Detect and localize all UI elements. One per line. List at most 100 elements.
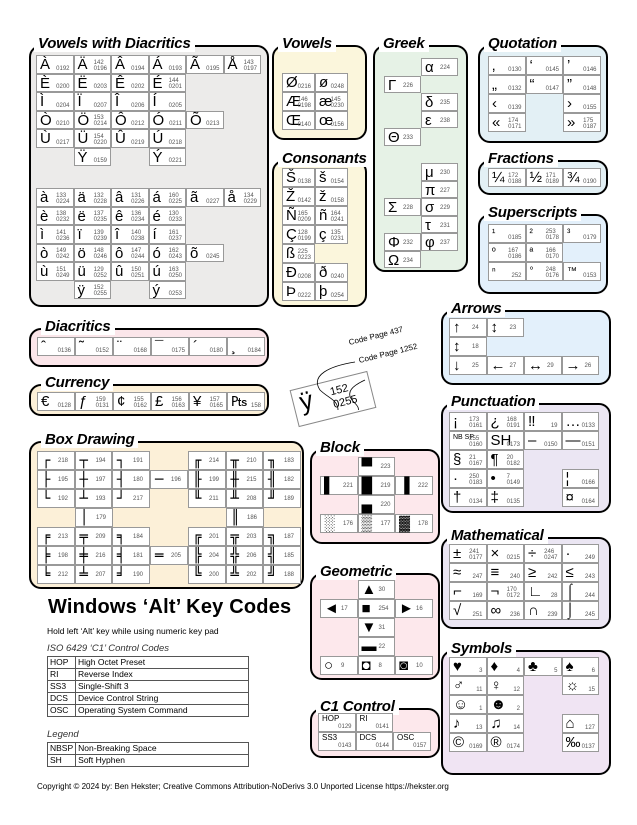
consonant-cell[interactable]: Š 0138 [282,168,315,187]
greek-cell[interactable]: μ 230 [421,163,458,181]
greek-cell[interactable]: τ 231 [421,215,458,234]
consonant-cell[interactable]: š 0154 [315,168,348,187]
greek-cell[interactable]: φ 237 [421,233,458,251]
box-drawing-cell[interactable]: ╛ 190 [112,565,150,584]
box-drawing-cell[interactable]: ╖ 183 [263,451,301,470]
geometric-cell[interactable]: ▼ 31 [357,618,395,637]
vowel-cell[interactable]: Û 0219 [111,129,149,148]
vowel-cell[interactable]: Õ 0213 [186,110,224,129]
block-cell[interactable]: █ 219 [357,476,395,495]
vowel-cell[interactable]: Ü 154 0220 [73,129,111,148]
vowel-cell[interactable]: Ò 0210 [36,110,74,129]
currency-cell[interactable]: €0128 [37,392,75,411]
symbol-cell[interactable]: ♂ 11 [449,676,487,695]
box-drawing-cell[interactable]: ╠ 204 [188,546,226,565]
quote-cell[interactable]: ’ 0146 [563,56,601,75]
fraction-cell[interactable]: ¾ 0190 [563,168,601,187]
fraction-cell[interactable]: ½ 171 0189 [525,168,563,187]
vowel-cell[interactable]: Ï 0207 [73,92,111,111]
vowel-cell[interactable]: ã 0227 [186,188,224,207]
box-drawing-cell[interactable]: └ 192 [37,489,75,508]
quote-cell[interactable]: › 0155 [563,94,601,113]
box-drawing-cell[interactable]: ╚ 200 [188,565,226,584]
vowel-cell[interactable]: Ì 0204 [36,92,74,111]
fraction-cell[interactable]: ¼ 172 0188 [488,168,526,187]
vowel-cell[interactable]: Ë 0203 [73,73,111,92]
vowel-cell[interactable]: À 0192 [36,55,74,74]
vowel-cell[interactable]: ú 163 0250 [148,262,186,281]
consonant-cell[interactable]: ñ 164 0241 [315,206,348,225]
consonant-cell[interactable]: ž 0158 [315,187,348,206]
superscript-cell[interactable]: ª 166 0170 [525,243,563,262]
c1-control-cell[interactable]: SS3 0143 [318,732,356,751]
vowel-cell[interactable]: à 133 0224 [36,188,74,207]
vowel-cell[interactable]: È 0200 [36,73,74,92]
box-drawing-cell[interactable]: ╢ 182 [263,470,301,489]
quote-cell[interactable]: ” 0148 [563,75,601,94]
box-drawing-cell[interactable]: ┌ 218 [37,451,75,470]
vowel-cell[interactable]: Ú 0218 [148,129,186,148]
box-drawing-cell[interactable]: ╡ 181 [112,546,150,565]
greek-cell[interactable]: Ω 234 [384,250,421,269]
block-cell[interactable]: ▒ 177 [357,514,395,533]
greek-cell[interactable]: Σ 228 [384,198,421,216]
box-drawing-cell[interactable]: ╙ 211 [188,489,226,508]
vowel-cell[interactable]: Ø 0216 [282,73,315,92]
box-drawing-cell[interactable]: ╟ 199 [188,470,226,489]
symbol-cell[interactable]: ♠ 6 [561,657,599,676]
symbol-cell[interactable]: ♫ 14 [486,714,524,733]
vowel-cell[interactable]: ò 149 0242 [36,243,74,262]
math-cell[interactable]: · 249 [561,544,599,563]
currency-cell[interactable]: £156 0163 [151,392,189,411]
block-cell[interactable]: ▓ 178 [395,514,433,533]
symbol-cell[interactable]: ♀ 12 [486,676,524,695]
punctuation-cell[interactable]: ¿ 168 0191 [486,412,524,431]
vowel-cell[interactable]: Ä 142 0196 [73,55,111,74]
block-cell[interactable]: ▌ 221 [320,476,358,495]
vowel-cell[interactable]: å 134 0229 [223,188,261,207]
punctuation-cell[interactable]: † 0134 [449,488,487,507]
geometric-cell[interactable]: ○ 9 [320,656,358,675]
diacritic-cell[interactable]: ¨ 0168 [113,337,151,356]
superscript-cell[interactable]: ² 253 0178 [525,224,563,243]
vowel-cell[interactable]: Ÿ 0159 [73,147,111,166]
vowel-cell[interactable]: ï 139 0239 [73,225,111,244]
punctuation-cell[interactable]: ‼ 19 [524,412,562,431]
punctuation-cell[interactable]: … 0133 [561,412,599,431]
superscript-cell[interactable]: ° 248 0176 [525,262,563,281]
vowel-cell[interactable]: ô 147 0244 [111,243,149,262]
vowel-cell[interactable]: æ 145 0230 [315,92,348,111]
arrow-cell[interactable]: ↕ 18 [449,337,487,356]
superscript-cell[interactable]: ™ 0153 [563,262,601,281]
vowel-cell[interactable]: Â 0194 [111,55,149,74]
greek-cell[interactable]: Φ 232 [384,233,421,251]
vowel-cell[interactable]: Ô 0212 [111,110,149,129]
math-cell[interactable]: ≡ 240 [486,563,524,582]
box-drawing-cell[interactable]: ╜ 189 [263,489,301,508]
math-cell[interactable]: ±241 0177 [449,544,487,563]
box-drawing-cell[interactable]: ╝ 188 [263,565,301,584]
box-drawing-cell[interactable]: ║ 186 [226,508,264,527]
vowel-cell[interactable]: Î 0206 [111,92,149,111]
punctuation-cell[interactable]: ¡ 173 0161 [449,412,487,431]
quote-cell[interactable]: ‹ 0139 [488,94,526,113]
vowel-cell[interactable]: Ã 0195 [186,55,224,74]
greek-cell[interactable]: ε 238 [421,110,458,129]
vowel-cell[interactable]: è 138 0232 [36,206,74,225]
superscript-cell[interactable]: º 167 0186 [488,243,526,262]
consonant-cell[interactable]: ç 135 0231 [315,225,348,244]
quote-cell[interactable]: « 174 0171 [488,113,526,132]
box-drawing-cell[interactable]: ╪ 216 [74,546,112,565]
punctuation-cell[interactable]: ¶ 20 0182 [486,450,524,469]
diacritic-cell[interactable]: ´ 0180 [189,337,227,356]
vowel-cell[interactable]: ë 137 0235 [73,206,111,225]
currency-cell[interactable]: ¥157 0165 [189,392,227,411]
box-drawing-cell[interactable]: ╫ 215 [225,470,263,489]
arrow-cell[interactable]: ↑ 24 [449,318,487,337]
punctuation-cell[interactable]: ¦ 0166 [561,469,599,488]
box-drawing-cell[interactable]: ├ 195 [37,470,75,489]
symbol-cell[interactable]: ® 0174 [486,733,524,752]
math-cell[interactable]: ⌠ 244 [561,582,599,601]
arrow-cell[interactable]: ← 27 [486,356,524,375]
punctuation-cell[interactable]: ‡ 0135 [486,488,524,507]
